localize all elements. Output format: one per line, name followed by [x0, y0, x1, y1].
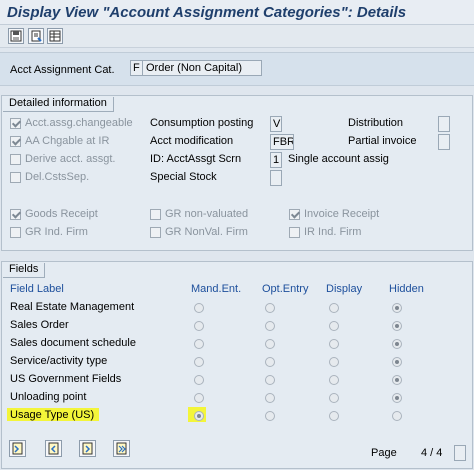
table-row-label: Usage Type (US) [10, 409, 95, 421]
field-option-radio[interactable] [194, 321, 204, 331]
detailed-information-title: Detailed information [3, 97, 114, 112]
field-option-radio[interactable] [265, 303, 275, 313]
special-stock-field[interactable] [270, 170, 282, 186]
field-option-radio[interactable] [392, 411, 402, 421]
field-option-radio[interactable] [265, 375, 275, 385]
previous-page-icon[interactable] [45, 440, 62, 457]
field-option-radio[interactable] [329, 321, 339, 331]
consumption-posting-label: Consumption posting [150, 117, 254, 129]
derive-acct-assgt-label: Derive acct. assgt. [25, 153, 116, 165]
goods-receipt-checkbox[interactable] [10, 209, 21, 220]
next-page-icon[interactable] [79, 440, 96, 457]
acct-modification-field[interactable]: FBR [270, 134, 294, 150]
gr-ind-firm-label: GR Ind. Firm [25, 226, 88, 238]
toolbar [0, 25, 474, 48]
table-row-label: US Government Fields [10, 373, 122, 385]
field-option-radio[interactable] [392, 321, 402, 331]
page-input[interactable] [454, 445, 466, 461]
gr-nonval-firm-checkbox[interactable] [150, 227, 161, 238]
field-option-radio[interactable] [194, 393, 204, 403]
gr-non-valuated-label: GR non-valuated [165, 208, 249, 220]
field-option-radio[interactable] [265, 321, 275, 331]
field-option-radio[interactable] [392, 339, 402, 349]
table-row-label: Service/activity type [10, 355, 108, 367]
field-option-radio[interactable] [194, 303, 204, 313]
column-header-field-label: Field Label [10, 283, 64, 295]
gr-nonval-firm-label: GR NonVal. Firm [165, 226, 248, 238]
field-option-radio[interactable] [329, 303, 339, 313]
acct-assg-changeable-checkbox[interactable] [10, 118, 21, 129]
page-label: Page [371, 447, 397, 459]
del-csts-sep-checkbox[interactable] [10, 172, 21, 183]
field-option-radio[interactable] [329, 375, 339, 385]
goods-receipt-label: Goods Receipt [25, 208, 98, 220]
acct-assignment-header: Acct Assignment Cat. F Order (Non Capita… [0, 52, 474, 86]
field-option-radio[interactable] [194, 339, 204, 349]
field-option-radio[interactable] [194, 357, 204, 367]
consumption-posting-field[interactable]: V [270, 116, 282, 132]
field-option-radio[interactable] [194, 411, 204, 421]
acct-assignment-label: Acct Assignment Cat. [10, 64, 115, 76]
acct-assgt-screen-description: Single account assig [288, 153, 389, 165]
column-header-mand-ent: Mand.Ent. [191, 283, 242, 295]
aa-chgable-at-ir-checkbox[interactable] [10, 136, 21, 147]
field-option-radio[interactable] [392, 393, 402, 403]
derive-acct-assgt-checkbox[interactable] [10, 154, 21, 165]
field-option-radio[interactable] [392, 375, 402, 385]
field-option-radio[interactable] [392, 303, 402, 313]
acct-assg-changeable-label: Acct.assg.changeable [25, 117, 133, 129]
first-page-icon[interactable] [9, 440, 26, 457]
print-icon[interactable] [28, 28, 44, 44]
last-page-icon[interactable] [113, 440, 130, 457]
column-header-hidden: Hidden [389, 283, 424, 295]
detailed-information-group: Detailed information Acct.assg.changeabl… [1, 95, 473, 251]
invoice-receipt-label: Invoice Receipt [304, 208, 380, 220]
partial-invoice-field[interactable] [438, 134, 450, 150]
page-value: 4 / 4 [421, 447, 443, 459]
page-title: Display View "Account Assignment Categor… [7, 4, 407, 21]
ir-ind-firm-checkbox[interactable] [289, 227, 300, 238]
gr-ind-firm-checkbox[interactable] [10, 227, 21, 238]
field-option-radio[interactable] [329, 357, 339, 367]
table-icon[interactable] [47, 28, 63, 44]
field-option-radio[interactable] [265, 411, 275, 421]
field-option-radio[interactable] [194, 375, 204, 385]
column-header-opt-entry: Opt.Entry [262, 283, 309, 295]
field-option-radio[interactable] [265, 357, 275, 367]
field-option-radio[interactable] [329, 339, 339, 349]
acct-assignment-description: Order (Non Capital) [142, 60, 262, 76]
special-stock-label: Special Stock [150, 171, 217, 183]
title-bar: Display View "Account Assignment Categor… [0, 0, 474, 25]
column-header-display: Display [326, 283, 363, 295]
partial-invoice-label: Partial invoice [348, 135, 417, 147]
distribution-label: Distribution [348, 117, 404, 129]
gr-non-valuated-checkbox[interactable] [150, 209, 161, 220]
field-option-radio[interactable] [265, 339, 275, 349]
aa-chgable-at-ir-label: AA Chgable at IR [25, 135, 110, 147]
del-csts-sep-label: Del.CstsSep. [25, 171, 90, 183]
fields-title: Fields [3, 263, 46, 278]
table-row-label: Sales document schedule [10, 337, 136, 349]
distribution-field[interactable] [438, 116, 450, 132]
table-row-label: Real Estate Management [10, 301, 135, 313]
fields-group: Fields Field Label Mand.Ent. Opt.Entry D… [1, 261, 473, 469]
acct-assgt-screen-field[interactable]: 1 [270, 152, 282, 168]
invoice-receipt-checkbox[interactable] [289, 209, 300, 220]
save-icon[interactable] [8, 28, 24, 44]
table-row-label: Sales Order [10, 319, 69, 331]
field-option-radio[interactable] [265, 393, 275, 403]
acct-assgt-screen-label: ID: AcctAssgt Scrn [150, 153, 242, 165]
field-option-radio[interactable] [329, 393, 339, 403]
acct-modification-label: Acct modification [150, 135, 234, 147]
field-option-radio[interactable] [329, 411, 339, 421]
table-row-label: Unloading point [10, 391, 87, 403]
field-option-radio[interactable] [392, 357, 402, 367]
ir-ind-firm-label: IR Ind. Firm [304, 226, 362, 238]
